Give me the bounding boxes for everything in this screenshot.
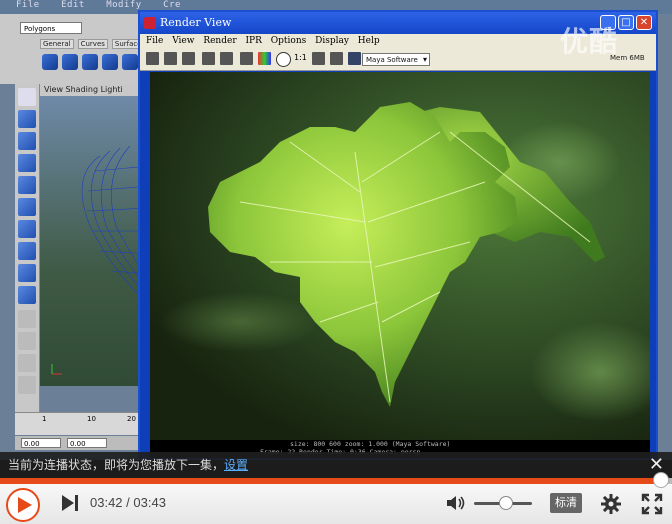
poly-cone-icon[interactable] [102, 54, 118, 70]
soft-mod-icon[interactable] [18, 242, 36, 260]
render-status-line1: size: 800 600 zoom: 1.000 (Maya Software… [290, 440, 451, 448]
scale-tool-icon[interactable] [18, 198, 36, 216]
rv-menu-ipr[interactable]: IPR [246, 36, 262, 46]
shelf-tabs: General Curves Surfaces [40, 39, 152, 49]
maya-menu-file[interactable]: File [16, 0, 40, 10]
lasso-tool-icon[interactable] [18, 110, 36, 128]
poly-cylinder-icon[interactable] [82, 54, 98, 70]
viewport-menu-lighting[interactable]: Lighti [101, 85, 123, 94]
close-icon[interactable]: ✕ [636, 15, 652, 30]
keep-image-icon[interactable] [312, 52, 325, 65]
range-slider: 0.00 0.00 [15, 436, 150, 450]
range-start-field[interactable]: 0.00 [21, 438, 61, 448]
rv-menu-display[interactable]: Display [315, 36, 349, 46]
progress-handle[interactable] [652, 472, 669, 488]
render-view-window: Render View _ □ ✕ File View Render IPR O… [138, 10, 658, 460]
range-end-field[interactable]: 0.00 [67, 438, 107, 448]
play-icon [18, 497, 32, 513]
layout-split-icon[interactable] [18, 354, 36, 372]
play-button[interactable] [6, 488, 40, 522]
poly-plane-icon[interactable] [122, 54, 138, 70]
fullscreen-icon [641, 493, 663, 515]
layout-outliner-icon[interactable] [18, 376, 36, 394]
notice-text: 当前为连播状态，即将为您播放下一集， [8, 458, 225, 472]
next-episode-button[interactable] [60, 494, 80, 512]
manipulator-icon[interactable] [18, 220, 36, 238]
rv-menu-render[interactable]: Render [203, 36, 236, 46]
volume-handle[interactable] [498, 496, 513, 510]
maya-menu-edit[interactable]: Edit [61, 0, 85, 10]
rv-menu-options[interactable]: Options [271, 36, 306, 46]
time-separator: / [122, 495, 134, 510]
last-tool-icon[interactable] [18, 286, 36, 304]
viewport-menu: View Shading Lighti [40, 84, 150, 96]
poly-cube-icon[interactable] [62, 54, 78, 70]
speaker-icon [447, 496, 465, 510]
progress-fill [0, 478, 661, 484]
renderer-select[interactable]: Maya Software [362, 53, 430, 66]
mode-select[interactable]: Polygons [20, 22, 82, 34]
rv-menu-help[interactable]: Help [358, 36, 380, 46]
rgb-channel-icon[interactable] [258, 52, 271, 65]
gear-icon [601, 494, 621, 514]
layout-four-icon[interactable] [18, 332, 36, 350]
shelf-icons [40, 54, 150, 76]
show-manip-icon[interactable] [18, 264, 36, 282]
render-settings-icon[interactable] [348, 52, 361, 65]
rv-menu-file[interactable]: File [146, 36, 163, 46]
redo-render-icon[interactable] [146, 52, 159, 65]
wireframe-mesh-icon [51, 145, 151, 375]
toolbox [15, 84, 40, 414]
shelf-tab-curves[interactable]: Curves [77, 39, 108, 49]
timeline-tick-1: 1 [42, 415, 47, 423]
rv-menu-view[interactable]: View [172, 36, 194, 46]
layout-single-icon[interactable] [18, 310, 36, 328]
rendered-image[interactable] [150, 72, 650, 440]
notice-message: 当前为连播状态，即将为您播放下一集，设置 [8, 452, 248, 478]
rotate-tool-icon[interactable] [18, 176, 36, 194]
ipr-render-icon[interactable] [202, 52, 215, 65]
leaf-render-image [160, 102, 650, 422]
youku-watermark: 优酷 [560, 25, 619, 58]
timeline-tick-20: 20 [127, 415, 136, 423]
alpha-channel-icon[interactable] [276, 52, 291, 67]
autoplay-notice: 当前为连播状态，即将为您播放下一集，设置 ✕ [0, 452, 672, 478]
maya-menu-modify[interactable]: Modify [106, 0, 142, 10]
volume-button[interactable] [446, 494, 466, 512]
zoom-one-to-one[interactable]: 1:1 [294, 53, 307, 62]
maya-menu-create[interactable]: Cre [163, 0, 181, 10]
settings-button[interactable] [600, 493, 622, 515]
remove-image-icon[interactable] [330, 52, 343, 65]
maximize-icon[interactable]: □ [618, 15, 634, 30]
time-slider[interactable]: 1 10 20 [15, 412, 150, 435]
move-tool-icon[interactable] [18, 154, 36, 172]
current-time: 03:42 [90, 495, 123, 510]
viewport-menu-shading[interactable]: Shading [66, 85, 99, 94]
viewport-menu-view[interactable]: View [44, 85, 63, 94]
render-region-icon[interactable] [164, 52, 177, 65]
poly-sphere-icon[interactable] [42, 54, 58, 70]
perspective-viewport[interactable] [40, 96, 151, 386]
total-time: 03:43 [133, 495, 166, 510]
fullscreen-button[interactable] [641, 493, 663, 515]
time-display: 03:42 / 03:43 [90, 495, 166, 510]
snapshot-icon[interactable] [182, 52, 195, 65]
select-tool-icon[interactable] [18, 88, 36, 106]
notice-settings-link[interactable]: 设置 [224, 458, 248, 472]
maya-app-icon [144, 17, 156, 29]
timeline-tick-10: 10 [87, 415, 96, 423]
refresh-ipr-icon[interactable] [220, 52, 233, 65]
shelf-tab-general[interactable]: General [40, 39, 74, 49]
quality-button[interactable]: 标清 [550, 493, 582, 513]
window-title: Render View [160, 16, 232, 29]
paint-select-icon[interactable] [18, 132, 36, 150]
channels-icon[interactable] [240, 52, 253, 65]
next-icon [62, 495, 78, 511]
